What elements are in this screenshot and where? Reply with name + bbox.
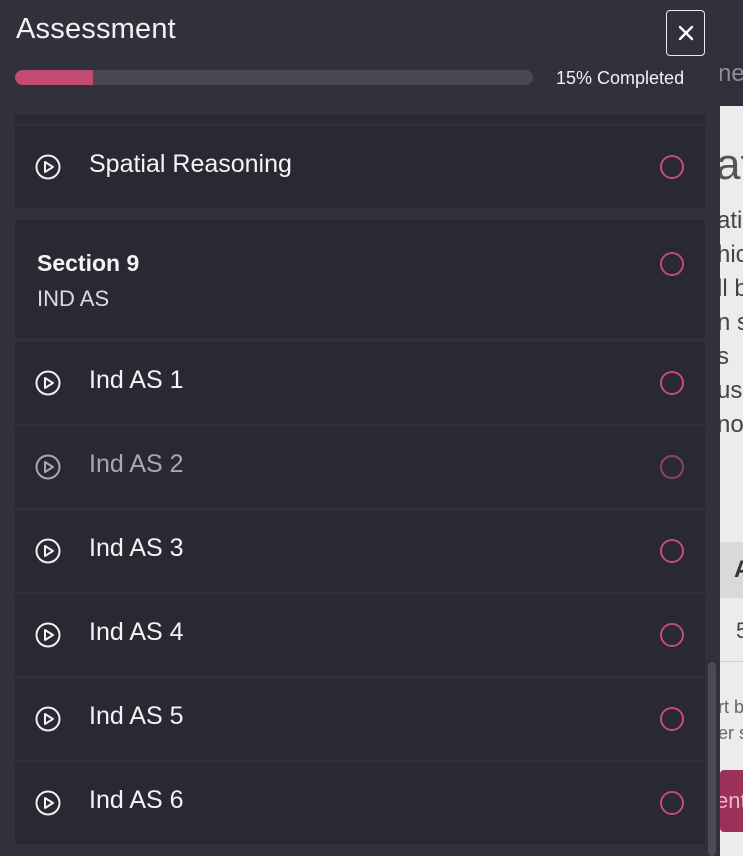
lesson-label: Ind AS 2	[89, 450, 184, 478]
close-icon	[678, 25, 693, 41]
background-note: rt b er s	[720, 694, 743, 746]
assessment-drawer: Spatial Reasoning Section 9 IND AS Ind A…	[0, 0, 720, 856]
play-circle-icon	[35, 538, 61, 564]
lesson-label: Spatial Reasoning	[89, 150, 292, 178]
status-circle-icon	[660, 252, 684, 276]
background-page: ne at atio hic ll b n s s us nos A 5 rt …	[720, 0, 743, 856]
progress-label: 15% Completed	[556, 68, 685, 88]
drawer-header: Assessment 15% Completed	[0, 0, 720, 112]
background-table-header-text: A	[734, 556, 743, 583]
background-paragraph-line: ll b	[720, 275, 743, 302]
lesson-item-ind-as-5[interactable]: Ind AS 5	[15, 678, 705, 760]
previous-card-edge	[15, 115, 705, 123]
progress-bar-fill	[15, 70, 93, 85]
status-circle-icon	[660, 455, 684, 479]
progress-bar	[15, 70, 533, 85]
status-circle-icon	[660, 539, 684, 563]
background-topbar-text: ne	[720, 60, 743, 87]
background-paragraph-line: s	[720, 343, 729, 370]
lesson-label: Ind AS 6	[89, 786, 184, 814]
section-header-9: Section 9 IND AS	[15, 220, 705, 338]
background-heading: at	[720, 140, 743, 189]
background-paragraph-line: atio	[720, 207, 743, 234]
section-title: Section 9	[37, 250, 140, 276]
section-subtitle: IND AS	[37, 286, 110, 311]
background-note-line: rt b	[720, 697, 743, 717]
lesson-item-ind-as-4[interactable]: Ind AS 4	[15, 594, 705, 676]
status-circle-icon	[660, 623, 684, 647]
status-circle-icon	[660, 371, 684, 395]
lesson-label: Ind AS 4	[89, 618, 184, 646]
drawer-title: Assessment	[16, 13, 176, 45]
status-circle-icon	[660, 791, 684, 815]
background-table-row: 5	[720, 598, 743, 662]
background-note-line: er s	[720, 723, 743, 743]
background-paragraph-line: hic	[720, 241, 743, 268]
background-table-header: A	[720, 542, 743, 598]
background-table-cell: 5	[736, 618, 743, 643]
play-circle-icon	[35, 370, 61, 396]
play-circle-icon	[35, 790, 61, 816]
status-circle-icon	[660, 155, 684, 179]
play-circle-icon	[35, 154, 61, 180]
lesson-item-ind-as-6[interactable]: Ind AS 6	[15, 762, 705, 844]
play-circle-icon	[35, 622, 61, 648]
play-circle-icon	[35, 454, 61, 480]
lesson-item-ind-as-1[interactable]: Ind AS 1	[15, 342, 705, 424]
play-circle-icon	[35, 706, 61, 732]
background-topbar: ne	[720, 0, 743, 106]
background-action-button[interactable]: ent	[720, 770, 743, 832]
background-paragraph-line: us	[720, 377, 743, 404]
lesson-item-ind-as-3[interactable]: Ind AS 3	[15, 510, 705, 592]
lesson-label: Ind AS 3	[89, 534, 184, 562]
background-action-button-label: ent	[720, 788, 743, 813]
lesson-item-spatial-reasoning[interactable]: Spatial Reasoning	[15, 126, 705, 208]
background-paragraph-line: n s	[720, 309, 743, 336]
lesson-item-ind-as-2[interactable]: Ind AS 2	[15, 426, 705, 508]
background-paragraph-line: nos	[720, 411, 743, 438]
lesson-label: Ind AS 5	[89, 702, 184, 730]
status-circle-icon	[660, 707, 684, 731]
background-paragraph: atio hic ll b n s s us nos	[720, 204, 743, 442]
close-button[interactable]	[666, 10, 705, 56]
scrollbar-thumb[interactable]	[708, 662, 716, 856]
lesson-label: Ind AS 1	[89, 366, 184, 394]
